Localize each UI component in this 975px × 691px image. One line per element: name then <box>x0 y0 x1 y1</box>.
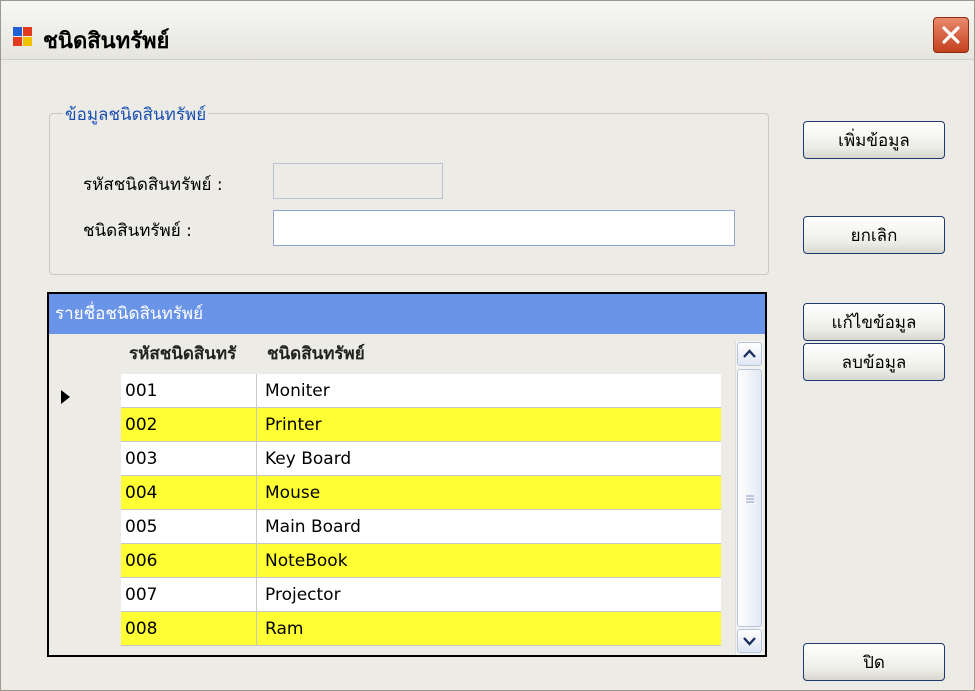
cell-name[interactable]: Moniter <box>257 374 330 407</box>
table-row[interactable]: 006 NoteBook <box>121 544 721 578</box>
cell-code[interactable]: 004 <box>121 476 257 509</box>
asset-type-grid[interactable]: รายชื่อชนิดสินทรัพย์ รหัสชนิดสินทรั ชนิด… <box>47 292 767 657</box>
cell-name[interactable]: Key Board <box>257 442 351 475</box>
edit-button[interactable]: แก้ไขข้อมูล <box>803 303 945 341</box>
table-row[interactable]: 005 Main Board <box>121 510 721 544</box>
delete-button[interactable]: ลบข้อมูล <box>803 343 945 381</box>
column-header-name[interactable]: ชนิดสินทรัพย์ <box>267 338 365 371</box>
cell-name[interactable]: Printer <box>257 408 322 441</box>
cell-name[interactable]: Ram <box>257 612 303 645</box>
window-title: ชนิดสินทรัพย์ <box>43 29 170 54</box>
vertical-scrollbar[interactable] <box>735 341 763 655</box>
cell-name[interactable]: Mouse <box>257 476 320 509</box>
cell-name[interactable]: Main Board <box>257 510 361 543</box>
table-row[interactable]: 008 Ram <box>121 612 721 646</box>
grip-icon <box>746 495 754 503</box>
grid-caption: รายชื่อชนิดสินทรัพย์ <box>49 294 765 334</box>
cell-code[interactable]: 005 <box>121 510 257 543</box>
close-window-button[interactable] <box>933 17 969 53</box>
cell-code[interactable]: 006 <box>121 544 257 577</box>
cell-code[interactable]: 002 <box>121 408 257 441</box>
cell-name[interactable]: NoteBook <box>257 544 348 577</box>
cell-code[interactable]: 007 <box>121 578 257 611</box>
add-button[interactable]: เพิ่มข้อมูล <box>803 121 945 159</box>
cell-code[interactable]: 001 <box>121 374 257 407</box>
cancel-button[interactable]: ยกเลิก <box>803 216 945 254</box>
chevron-up-icon <box>743 349 756 358</box>
asset-type-name-label: ชนิดสินทรัพย์ : <box>83 221 192 241</box>
form-icon <box>13 27 35 47</box>
scroll-up-button[interactable] <box>737 342 762 366</box>
table-row[interactable]: 003 Key Board <box>121 442 721 476</box>
scroll-thumb[interactable] <box>737 369 762 627</box>
table-row[interactable]: 001 Moniter <box>121 374 721 408</box>
asset-type-name-field[interactable] <box>273 210 735 246</box>
column-header-code[interactable]: รหัสชนิดสินทรั <box>129 338 236 371</box>
table-row[interactable]: 007 Projector <box>121 578 721 612</box>
triangle-right-icon <box>61 390 70 404</box>
title-bar[interactable]: ชนิดสินทรัพย์ <box>1 1 974 60</box>
close-x-icon <box>942 26 960 44</box>
scroll-down-button[interactable] <box>737 629 762 653</box>
cell-code[interactable]: 008 <box>121 612 257 645</box>
cell-name[interactable]: Projector <box>257 578 341 611</box>
cell-code[interactable]: 003 <box>121 442 257 475</box>
table-row[interactable]: 004 Mouse <box>121 476 721 510</box>
close-button[interactable]: ปิด <box>803 643 945 681</box>
asset-type-window: ชนิดสินทรัพย์ ข้อมูลชนิดสินทรัพย์ รหัสชน… <box>0 0 975 691</box>
group-legend: ข้อมูลชนิดสินทรัพย์ <box>63 101 209 128</box>
table-row[interactable]: 002 Printer <box>121 408 721 442</box>
asset-code-field[interactable] <box>273 163 443 199</box>
chevron-down-icon <box>743 637 756 646</box>
asset-code-label: รหัสชนิดสินทรัพย์ : <box>83 175 223 195</box>
